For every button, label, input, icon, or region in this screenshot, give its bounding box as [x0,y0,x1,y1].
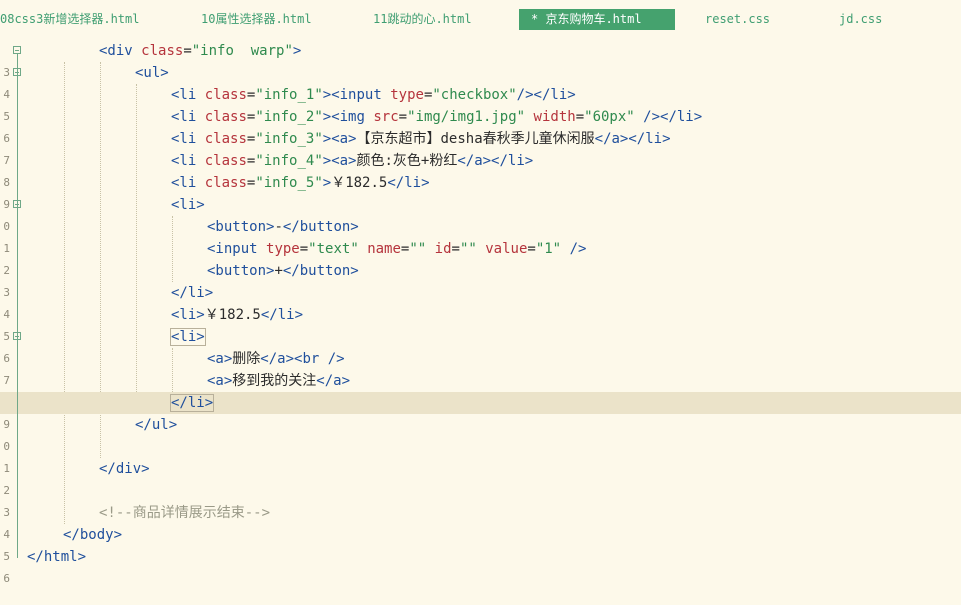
code-line: 5 </body> [0,524,961,563]
tab-08css3[interactable]: 08css3新增选择器.html [0,9,139,30]
code-line: 1 <button>-</button> [0,216,961,255]
code-text: <li class="info_2"><img src="img/img1.jp… [171,109,703,125]
tab-jd-css[interactable]: jd.css [839,9,882,30]
code-text: <li>￥182.5</li> [171,307,304,323]
code-text: </li> [169,392,215,414]
editor-tab-bar: 08css3新增选择器.html 10属性选择器.html 11跳动的心.htm… [0,0,961,36]
code-line: 0 </ul> [0,414,961,453]
code-text: <li class="info_1"><input type="checkbox… [171,87,576,103]
code-text: <div class="info warp"> [99,43,302,59]
code-line: 3 <button>+</button> [0,260,961,299]
line-number: 6 [3,572,10,585]
code-text: </ul> [135,417,178,433]
code-line: 5 <li>￥182.5</li> [0,304,961,343]
code-text: <ul> [135,65,169,81]
tab-11-beating-heart[interactable]: 11跳动的心.html [373,9,472,30]
fold-range-line [17,54,18,558]
matched-tag: </li> [169,394,215,412]
code-text: </html> [27,549,87,565]
code-line: 3 <div class="info warp"> [0,40,961,79]
code-text: <a>删除</a><br /> [207,351,345,367]
code-text: <li> [171,197,205,213]
code-text: <input type="text" name="" id="" value="… [207,241,587,257]
code-line: 9 <li class="info_5">￥182.5</li> [0,172,961,211]
code-line: 7 <a>删除</a><br /> [0,348,961,387]
html-comment: <!--商品详情展示结束--> [99,505,271,521]
code-text: </div> [99,461,150,477]
current-code-line: 9 </li> [0,392,961,431]
code-text: </li> [171,285,214,301]
tab-jd-cart-active[interactable]: * 京东购物车.html [519,9,675,30]
code-text: <li> [170,326,206,348]
fold-toggle-icon[interactable] [13,46,21,54]
code-line: 6 <li> [0,326,961,365]
code-line: 7 <li class="info_3"><a>【京东超市】desha春秋季儿童… [0,128,961,167]
code-line: 4 <ul> [0,62,961,101]
code-line: 5 <li class="info_1"><input type="checkb… [0,84,961,123]
code-text: <!--商品详情展示结束--> [99,502,270,524]
code-editor[interactable]: 3 <div class="info warp"> 4 <ul> 5 <li c… [0,40,961,605]
matched-tag: <li> [170,328,206,346]
tab-10-attribute-selector[interactable]: 10属性选择器.html [201,9,312,30]
code-line: 6 </html> [0,546,961,585]
code-line: 4 </li> [0,282,961,321]
code-line: 2 </div> [0,458,961,497]
code-line: 8 <a>移到我的关注</a> [0,370,961,409]
code-line: 2 <input type="text" name="" id="" value… [0,238,961,277]
code-text: <a>移到我的关注</a> [207,373,351,389]
text-caret [213,394,215,412]
tab-reset-css[interactable]: reset.css [705,9,770,30]
code-text: <li class="info_4"><a>颜色:灰色+粉红</a></li> [171,153,534,169]
code-text: <li class="info_5">￥182.5</li> [171,175,430,191]
code-line: 3 [0,480,961,519]
code-text: <button>-</button> [207,219,359,235]
code-line: 4 <!--商品详情展示结束--> [0,502,961,541]
code-line: 0 <li> [0,194,961,233]
code-line: 6 <li class="info_2"><img src="img/img1.… [0,106,961,145]
code-line: 8 <li class="info_4"><a>颜色:灰色+粉红</a></li… [0,150,961,189]
code-text: </body> [63,527,123,543]
code-text: <li class="info_3"><a>【京东超市】desha春秋季儿童休闲… [171,131,671,147]
code-line: 1 [0,436,961,475]
code-text: <button>+</button> [207,263,359,279]
